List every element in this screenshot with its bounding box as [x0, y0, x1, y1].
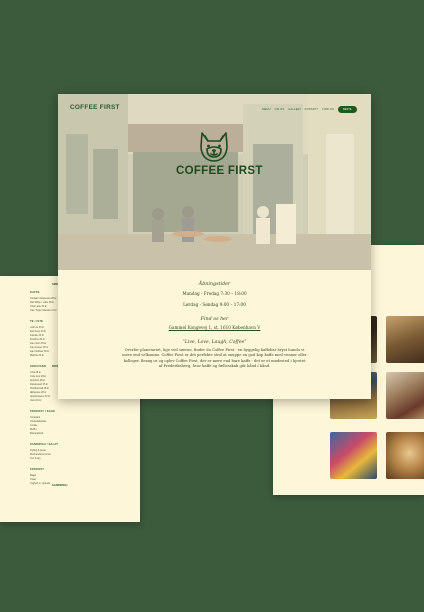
nav-link-contact[interactable]: KONTAKT: [305, 108, 318, 111]
gallery-photo[interactable]: [330, 432, 377, 479]
hero-image: COFFEE FIRST MENU OM OS GALLERI KONTAKT …: [58, 94, 371, 270]
nav-link-menu[interactable]: MENU: [262, 108, 270, 111]
dog-logo-icon: [200, 132, 228, 162]
logo: COFFEE FIRST: [176, 130, 263, 177]
gallery-photo[interactable]: [386, 372, 424, 419]
opening-hours-heading: Åbningstider: [198, 282, 231, 287]
menu-item: Bananabrød: [30, 432, 44, 435]
gallery-photo[interactable]: [386, 432, 424, 479]
logo-text: COFFEE FIRST: [176, 165, 263, 177]
info-section: Åbningstider Mandag - Fredag 7:30 – 18:0…: [58, 270, 371, 370]
address-link[interactable]: Gammel Kongevej 1, st. 1610 København V: [58, 325, 371, 330]
nav-bar: MENU OM OS GALLERI KONTAKT FIND OS BESTI…: [262, 106, 357, 113]
menu-item: Tun & æg: [30, 457, 41, 460]
about-paragraph: Overfor planetariet, lige ved søerne, fi…: [122, 348, 307, 369]
homepage-preview: COFFEE FIRST MENU OM OS GALLERI KONTAKT …: [58, 94, 371, 399]
menu-item: Yoghurt m. granola: [30, 482, 51, 485]
order-button[interactable]: BESTIL: [338, 106, 357, 113]
nav-link-find-us[interactable]: FIND OS: [322, 108, 334, 111]
menu-section-heading: SANDWICH / SALAT: [30, 443, 59, 446]
menu-item: Vand 15 kr: [30, 399, 42, 402]
nav-link-about[interactable]: OM OS: [275, 108, 285, 111]
nav-link-gallery[interactable]: GALLERI: [288, 108, 300, 111]
gallery-photo[interactable]: [386, 316, 424, 363]
opening-hours-weekday: Mandag - Fredag 7:30 – 18:00: [182, 291, 247, 296]
opening-hours-weekend: Lørdag - Søndag 9:00 – 17:00: [183, 302, 246, 307]
menu-section-heading: FROKOST: [30, 468, 45, 471]
nav-brand[interactable]: COFFEE FIRST: [70, 104, 120, 111]
menu-category-label: SANDWICH: [52, 483, 68, 487]
menu-section-heading: FROKOST / KAGE: [30, 410, 56, 413]
find-us-heading: Find os her: [200, 317, 229, 322]
hero-overlay: [58, 94, 371, 270]
tagline: “Live, Love, Laugh, Coffee”: [182, 340, 247, 345]
